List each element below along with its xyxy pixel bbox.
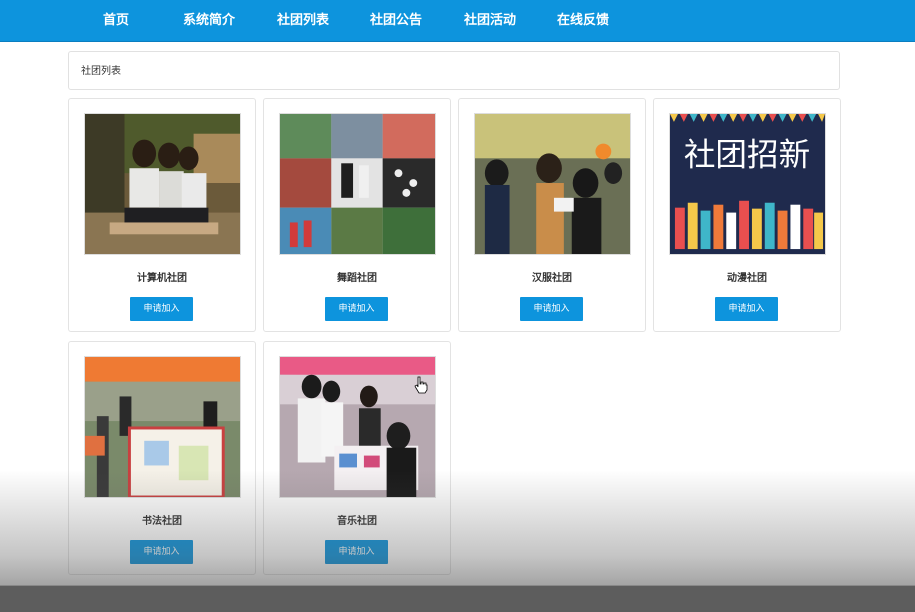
join-button[interactable]: 申请加入 (325, 297, 388, 321)
club-name: 动漫社团 (727, 273, 767, 284)
club-name: 计算机社团 (137, 273, 187, 284)
club-photo (84, 356, 241, 498)
club-card-music: 音乐社团 申请加入 (263, 341, 451, 575)
club-photo (474, 113, 631, 255)
nav-item-activities[interactable]: 社团活动 (464, 0, 516, 42)
panel-header: 社团列表 (68, 51, 840, 90)
nav-item-intro[interactable]: 系统简介 (183, 0, 235, 42)
join-button[interactable]: 申请加入 (325, 540, 388, 564)
join-button[interactable]: 申请加入 (130, 540, 193, 564)
club-card-calligraphy: 书法社团 申请加入 (68, 341, 256, 575)
top-nav-bar: 首页 系统简介 社团列表 社团公告 社团活动 在线反馈 (0, 0, 915, 42)
nav-item-announcements[interactable]: 社团公告 (370, 0, 422, 42)
club-photo (279, 356, 436, 498)
join-button[interactable]: 申请加入 (520, 297, 583, 321)
club-name: 舞蹈社团 (337, 273, 377, 284)
club-name: 书法社团 (142, 516, 182, 527)
club-card-anime: 社团招新 动漫社团 申请加入 (653, 98, 841, 332)
footer-bar (0, 585, 915, 612)
join-button[interactable]: 申请加入 (130, 297, 193, 321)
poster-title: 社团招新 (684, 137, 810, 173)
join-button[interactable]: 申请加入 (715, 297, 778, 321)
club-photo: 社团招新 (669, 113, 826, 255)
club-name: 音乐社团 (337, 516, 377, 527)
club-card-hanfu: 汉服社团 申请加入 (458, 98, 646, 332)
club-photo (279, 113, 436, 255)
club-card-computer: 计算机社团 申请加入 (68, 98, 256, 332)
nav-item-home[interactable]: 首页 (103, 0, 129, 42)
nav-item-feedback[interactable]: 在线反馈 (557, 0, 609, 42)
nav-item-club-list[interactable]: 社团列表 (277, 0, 329, 42)
panel-title: 社团列表 (81, 66, 121, 77)
club-name: 汉服社团 (532, 273, 572, 284)
club-card-dance: 舞蹈社团 申请加入 (263, 98, 451, 332)
club-photo (84, 113, 241, 255)
